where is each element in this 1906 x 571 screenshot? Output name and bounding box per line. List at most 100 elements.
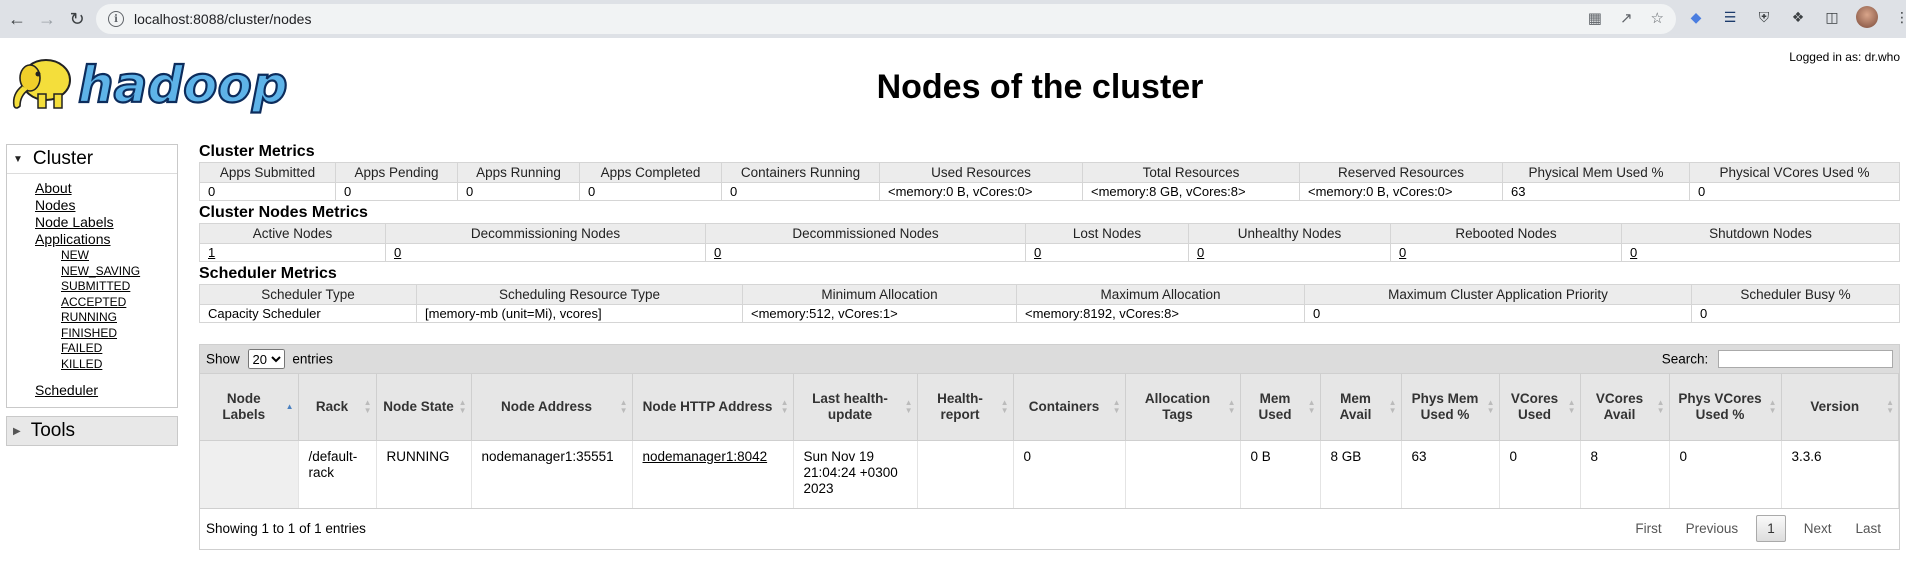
metric-value-physical-mem-used: 63	[1502, 182, 1690, 201]
extension-icon[interactable]: ☰	[1720, 7, 1740, 27]
sort-icon: ▲ ▼	[458, 398, 467, 415]
logged-in-label: Logged in as: dr.who	[1789, 50, 1900, 64]
back-icon[interactable]: ←	[2, 4, 32, 34]
profile-avatar[interactable]	[1856, 6, 1878, 28]
sidebar-link-finished[interactable]: FINISHED	[61, 326, 177, 342]
sidebar-link-failed[interactable]: FAILED	[61, 341, 177, 357]
metric-value-apps-running: 0	[457, 182, 580, 201]
cell-vcores-avail: 8	[1580, 440, 1670, 508]
menu-kebab-icon[interactable]: ⋮	[1892, 7, 1906, 27]
sort-icon: ▲ ▼	[1886, 398, 1894, 415]
metric-header-scheduling-resource-type: Scheduling Resource Type	[416, 284, 743, 305]
sidebar-link-killed[interactable]: KILLED	[61, 357, 177, 373]
column-header-rack[interactable]: Rack ▲ ▼	[298, 373, 377, 441]
sort-icon: ▲ ▼	[1388, 398, 1397, 415]
extensions-puzzle-icon[interactable]: ❖	[1788, 7, 1808, 27]
page-size-select[interactable]: 20	[247, 349, 285, 369]
sidebar-link-submitted[interactable]: SUBMITTED	[61, 279, 177, 295]
metric-header-physical-vcores-used: Physical VCores Used %	[1689, 162, 1900, 183]
current-page-button[interactable]: 1	[1756, 514, 1786, 542]
sidebar-link-about[interactable]: About	[35, 180, 177, 197]
extension-shield-icon[interactable]: ⛨	[1754, 7, 1774, 27]
address-bar[interactable]: i localhost:8088/cluster/nodes ▦ ↗ ☆	[96, 4, 1676, 34]
node-http-address-link[interactable]: nodemanager1:8042	[643, 449, 768, 464]
forward-icon[interactable]: →	[32, 4, 62, 34]
next-page-button[interactable]: Next	[1792, 517, 1844, 540]
metric-header-unhealthy-nodes: Unhealthy Nodes	[1188, 223, 1391, 244]
column-header-last-health-update[interactable]: Last health-update ▲ ▼	[793, 373, 918, 441]
column-header-version[interactable]: Version ▲ ▼	[1781, 373, 1899, 441]
column-header-mem-used[interactable]: Mem Used ▲ ▼	[1240, 373, 1321, 441]
nodes-table: Node Labels ▲ Rack ▲ ▼ Node State ▲ ▼ Node Addre…	[200, 373, 1899, 508]
site-info-icon[interactable]: i	[108, 11, 124, 27]
cell-containers: 0	[1013, 440, 1126, 508]
search-input[interactable]	[1718, 350, 1893, 368]
metric-header-rebooted-nodes: Rebooted Nodes	[1390, 223, 1622, 244]
metric-link-unhealthy-nodes[interactable]: 0	[1197, 245, 1204, 260]
metric-header-lost-nodes: Lost Nodes	[1025, 223, 1189, 244]
cell-last-health-update: Sun Nov 19 21:04:24 +0300 2023	[793, 440, 918, 508]
metric-value-apps-submitted: 0	[199, 182, 336, 201]
metric-value-maximum-cluster-application-priority: 0	[1304, 304, 1692, 323]
column-header-allocation-tags[interactable]: Allocation Tags ▲ ▼	[1125, 373, 1241, 441]
datatable-footer: Showing 1 to 1 of 1 entries First Previo…	[200, 507, 1899, 548]
metric-value-physical-vcores-used: 0	[1689, 182, 1900, 201]
sort-icon: ▲ ▼	[1112, 398, 1121, 415]
metric-link-active-nodes[interactable]: 1	[208, 245, 215, 260]
column-header-node-labels[interactable]: Node Labels ▲	[200, 373, 299, 441]
cluster-section-header[interactable]: ▼ Cluster	[7, 145, 177, 174]
sort-icon: ▲ ▼	[904, 398, 913, 415]
metric-header-decommissioning-nodes: Decommissioning Nodes	[385, 223, 706, 244]
last-page-button[interactable]: Last	[1843, 517, 1893, 540]
bookmark-star-icon[interactable]: ☆	[1651, 9, 1664, 27]
column-header-node-address[interactable]: Node Address ▲ ▼	[471, 373, 633, 441]
sidebar-link-accepted[interactable]: ACCEPTED	[61, 295, 177, 311]
metric-link-decommissioning-nodes[interactable]: 0	[394, 245, 401, 260]
cluster-section: ▼ Cluster About Nodes Node Labels Applic…	[6, 144, 178, 408]
cell-phys-mem-used: 63	[1401, 440, 1500, 508]
cell-mem-used: 0 B	[1240, 440, 1321, 508]
column-header-node-http-address[interactable]: Node HTTP Address ▲ ▼	[632, 373, 794, 441]
sort-icon: ▲ ▼	[1656, 398, 1665, 415]
metric-link-lost-nodes[interactable]: 0	[1034, 245, 1041, 260]
translate-icon[interactable]: ▦	[1588, 9, 1602, 27]
sidebar-link-new-saving[interactable]: NEW_SAVING	[61, 264, 177, 280]
metric-header-maximum-cluster-application-priority: Maximum Cluster Application Priority	[1304, 284, 1692, 305]
column-header-phys-vcores-used[interactable]: Phys VCores Used % ▲ ▼	[1669, 373, 1782, 441]
sidebar-link-applications[interactable]: Applications	[35, 231, 177, 248]
sidebar-link-nodes[interactable]: Nodes	[35, 197, 177, 214]
first-page-button[interactable]: First	[1623, 517, 1673, 540]
metric-header-total-resources: Total Resources	[1082, 162, 1300, 183]
sidebar-link-new[interactable]: NEW	[61, 248, 177, 264]
sort-icon: ▲ ▼	[363, 398, 372, 415]
cell-node-http-address: nodemanager1:8042	[632, 440, 794, 508]
sidebar-nav: ▼ Cluster About Nodes Node Labels Applic…	[6, 144, 178, 446]
sidebar-link-scheduler[interactable]: Scheduler	[35, 382, 177, 399]
metric-value-total-resources: <memory:8 GB, vCores:8>	[1082, 182, 1300, 201]
column-header-vcores-avail[interactable]: VCores Avail ▲ ▼	[1580, 373, 1670, 441]
reload-icon[interactable]: ↻	[62, 4, 92, 34]
cell-vcores-used: 0	[1499, 440, 1581, 508]
column-header-phys-mem-used[interactable]: Phys Mem Used % ▲ ▼	[1401, 373, 1500, 441]
sort-icon: ▲ ▼	[619, 398, 628, 415]
extension-translate-icon[interactable]: ◆	[1686, 7, 1706, 27]
column-header-health-report[interactable]: Health-report ▲ ▼	[917, 373, 1014, 441]
sort-icon: ▲ ▼	[1486, 398, 1495, 415]
column-header-containers[interactable]: Containers ▲ ▼	[1013, 373, 1126, 441]
previous-page-button[interactable]: Previous	[1674, 517, 1751, 540]
metric-link-shutdown-nodes[interactable]: 0	[1630, 245, 1637, 260]
sidebar-link-node-labels[interactable]: Node Labels	[35, 214, 177, 231]
metric-link-rebooted-nodes[interactable]: 0	[1399, 245, 1406, 260]
share-icon[interactable]: ↗	[1620, 9, 1633, 27]
column-header-mem-avail[interactable]: Mem Avail ▲ ▼	[1320, 373, 1402, 441]
column-header-vcores-used[interactable]: VCores Used ▲ ▼	[1499, 373, 1581, 441]
url-text: localhost:8088/cluster/nodes	[134, 11, 312, 27]
metric-link-decommissioned-nodes[interactable]: 0	[714, 245, 721, 260]
side-panel-icon[interactable]: ◫	[1822, 7, 1842, 27]
tools-section-header[interactable]: ▶ Tools	[6, 416, 178, 446]
metric-header-reserved-resources: Reserved Resources	[1299, 162, 1503, 183]
column-header-node-state[interactable]: Node State ▲ ▼	[376, 373, 472, 441]
table-info: Showing 1 to 1 of 1 entries	[206, 520, 366, 536]
sidebar-link-running[interactable]: RUNNING	[61, 310, 177, 326]
metric-header-shutdown-nodes: Shutdown Nodes	[1621, 223, 1900, 244]
